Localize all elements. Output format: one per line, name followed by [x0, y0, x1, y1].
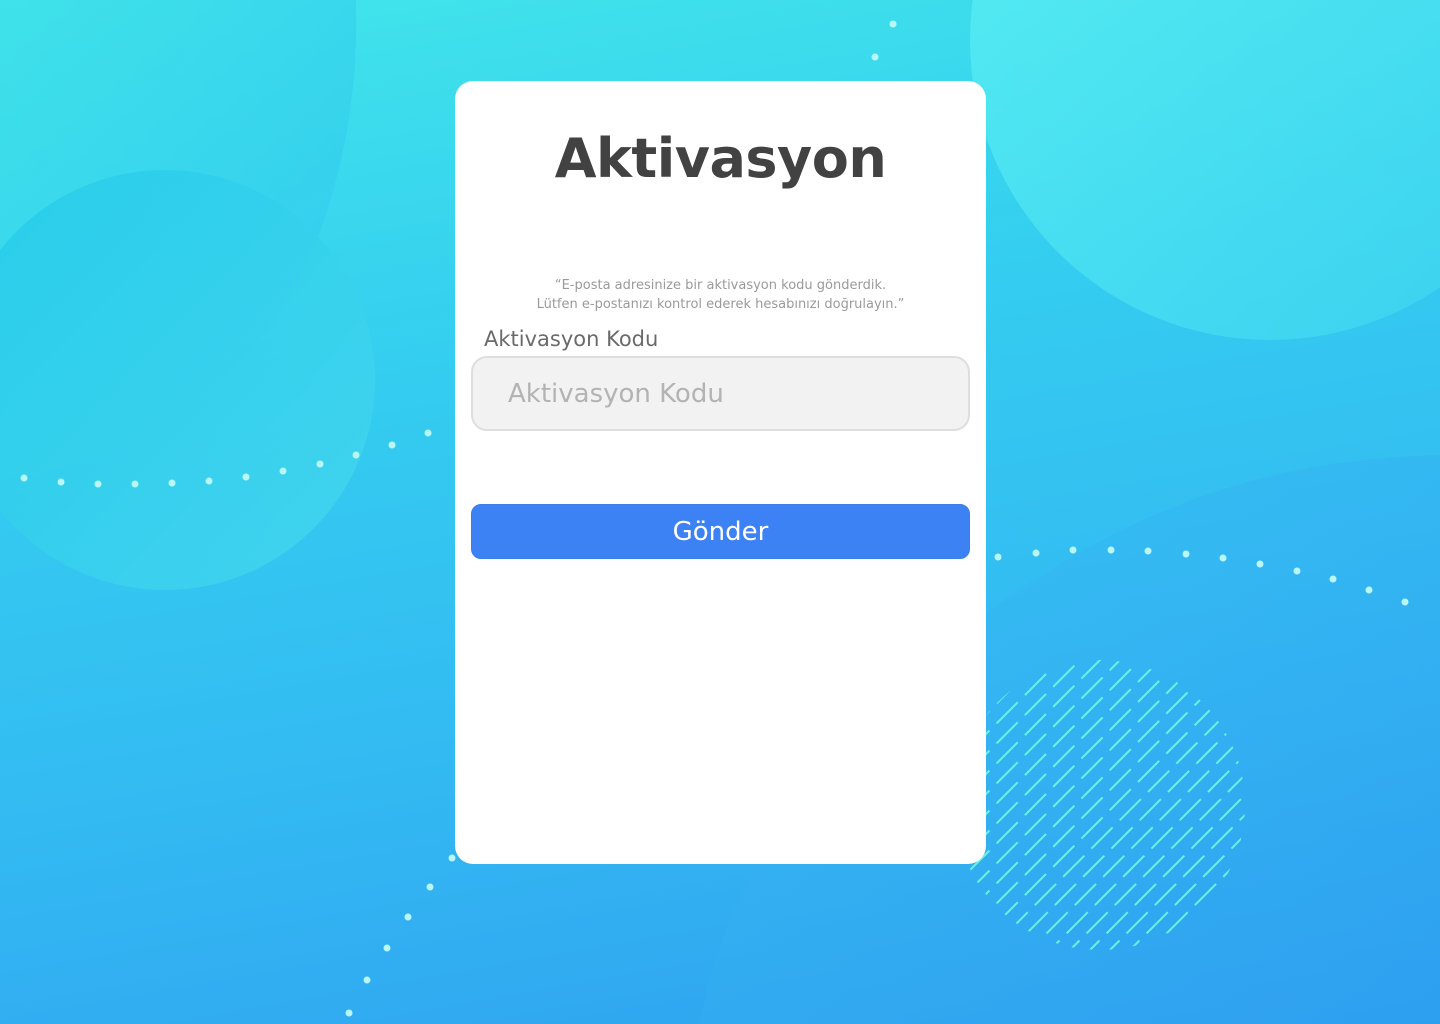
- activation-code-input[interactable]: [471, 356, 970, 431]
- activation-code-label: Aktivasyon Kodu: [484, 327, 659, 351]
- submit-button[interactable]: Gönder: [471, 504, 970, 559]
- notice-line-1: “E-posta adresinize bir aktivasyon kodu …: [554, 278, 887, 293]
- notice-line-2: Lütfen e-postanızı kontrol ederek hesabı…: [536, 297, 905, 312]
- activation-card: Aktivasyon “E-posta adresinize bir aktiv…: [455, 81, 986, 864]
- activation-notice: “E-posta adresinize bir aktivasyon kodu …: [455, 276, 986, 314]
- page-title: Aktivasyon: [554, 127, 887, 190]
